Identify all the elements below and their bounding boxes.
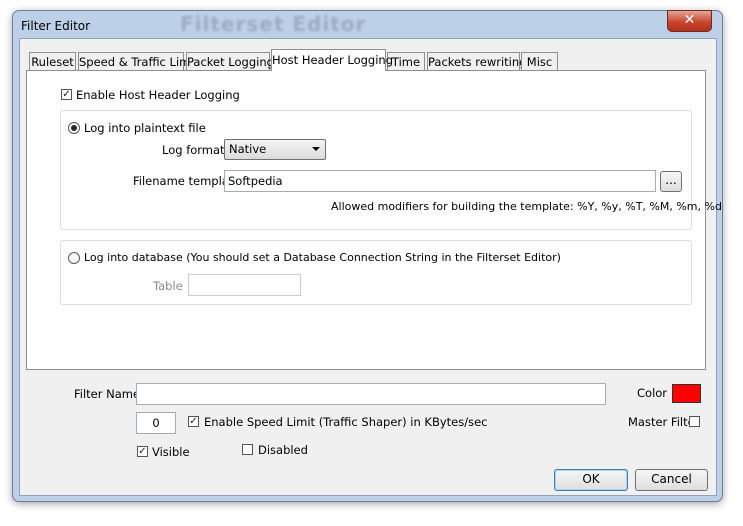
database-group [60,240,692,305]
visible-checkbox[interactable]: ✓ [137,446,148,457]
log-database-label: Log into database (You should set a Data… [84,251,561,264]
speed-limit-checkbox[interactable]: ✓ [188,416,199,427]
tab-packet-logging[interactable]: Packet Logging [186,52,274,70]
chevron-down-icon [312,147,320,151]
log-format-select[interactable]: Native [224,139,326,160]
log-plaintext-label: Log into plaintext file [84,121,206,135]
disabled-checkbox[interactable] [242,444,253,455]
filter-name-input[interactable] [136,383,606,405]
speed-limit-label: Enable Speed Limit (Traffic Shaper) in K… [204,415,488,429]
checkmark-icon: ✓ [138,446,147,457]
table-input[interactable] [188,274,301,296]
color-label: Color [637,386,668,400]
background-window-title: Filterset Editor [180,12,367,36]
log-format-label: Log format [162,143,225,157]
enable-host-header-logging-label: Enable Host Header Logging [76,88,240,102]
allowed-modifiers-text: Allowed modifiers for building the templ… [331,200,722,213]
cancel-button[interactable]: Cancel [635,469,708,491]
filename-template-input[interactable]: Softpedia [224,170,656,192]
checkmark-icon: ✓ [189,416,198,427]
filter-name-label: Filter Name [74,387,141,401]
tab-ruleset[interactable]: Ruleset [29,52,76,70]
table-label: Table [153,279,183,293]
log-format-value: Native [229,142,267,156]
browse-button[interactable]: ... [660,171,682,192]
visible-label: Visible [152,445,190,459]
speed-limit-value-input[interactable]: 0 [136,412,176,434]
tab-speed-traffic-limit[interactable]: Speed & Traffic Limit [78,52,198,70]
window-title: Filter Editor [21,19,91,33]
color-swatch[interactable] [672,384,701,403]
tab-host-header-logging[interactable]: Host Header Logging [271,49,393,71]
ok-button[interactable]: OK [554,469,628,491]
close-icon: ✕ [683,12,696,28]
master-filter-checkbox[interactable] [689,416,700,427]
tab-packets-rewriting[interactable]: Packets rewriting [427,52,526,70]
tab-misc[interactable]: Misc [521,52,558,70]
log-database-radio[interactable] [68,252,80,264]
log-plaintext-radio[interactable] [68,122,80,134]
close-button[interactable]: ✕ [667,10,712,32]
enable-host-header-logging-checkbox[interactable]: ✓ [61,89,72,100]
disabled-label: Disabled [258,443,308,457]
checkmark-icon: ✓ [62,89,71,100]
